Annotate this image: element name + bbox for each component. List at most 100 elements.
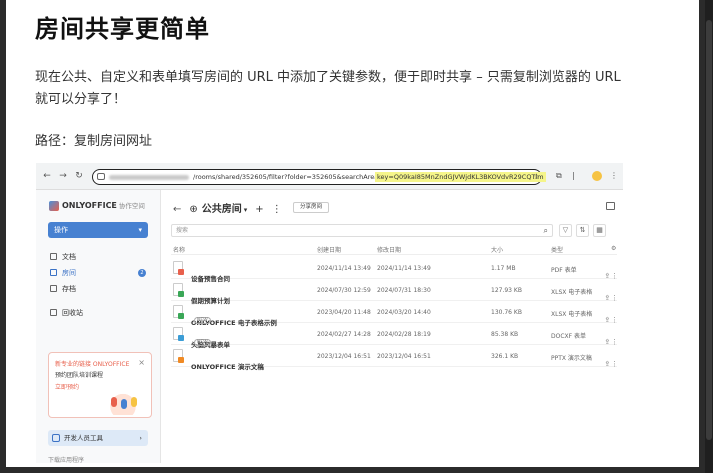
file-size: 130.76 KB bbox=[491, 309, 522, 316]
table-header: 名称 创建日期 修改日期 大小 类型 ⚙ bbox=[171, 243, 617, 255]
file-type-badge bbox=[178, 291, 184, 297]
sidebar-item-archive[interactable]: 存档 bbox=[48, 282, 148, 296]
chevron-down-icon[interactable]: ▾ bbox=[244, 206, 248, 214]
file-type: PDF 表单 bbox=[551, 267, 577, 274]
search-placeholder: 搜索 bbox=[176, 227, 189, 234]
brand-name: ONLYOFFICE bbox=[62, 201, 117, 210]
table-row[interactable]: 头脑风暴表单 NEW 2024/02/27 14:28 2024/02/28 18:1… bbox=[171, 323, 618, 349]
sidebar-item-label: 存档 bbox=[62, 285, 76, 293]
path-label: 路径：复制房间网址 bbox=[35, 134, 153, 149]
profile-icon[interactable] bbox=[592, 171, 602, 181]
table-row[interactable]: ONLYOFFICE 演示文稿 2023/12/04 16:51 2023/12/0… bbox=[171, 345, 618, 371]
onlyoffice-logo-icon bbox=[49, 200, 59, 211]
file-created: 2024/07/30 12:59 bbox=[317, 287, 371, 294]
plus-icon[interactable]: + bbox=[255, 204, 263, 215]
view-toggle-icon[interactable]: ▦ bbox=[593, 224, 606, 237]
sidebar-item-label: 回收站 bbox=[62, 309, 83, 317]
extensions-icon[interactable]: ⧉ bbox=[556, 171, 562, 181]
sidebar-item-documents[interactable]: 文档 bbox=[48, 250, 148, 264]
file-icon bbox=[173, 283, 184, 297]
row-actions: ⇪ ⋮ bbox=[604, 264, 618, 280]
app-screenshot: ← → ↻ /rooms/shared/352605/filter?folder… bbox=[36, 163, 623, 463]
row-actions: ⇪ ⋮ bbox=[604, 352, 618, 368]
file-created: 2023/04/20 11:48 bbox=[317, 309, 371, 316]
url-key-highlight: key=Q09kaI85MnZndGJVWjdKL3BKOVdvR29CQTlm bbox=[375, 172, 546, 182]
search-icon[interactable]: ⌕ bbox=[544, 225, 548, 236]
room-icon bbox=[50, 269, 57, 276]
sidebar-item-trash[interactable]: 回收站 bbox=[48, 306, 148, 320]
bookmark-star-icon[interactable]: ☆ bbox=[533, 172, 540, 181]
file-type: XLSX 电子表格 bbox=[551, 311, 593, 318]
brand-logo: ONLYOFFICE 协作空间 bbox=[49, 200, 145, 211]
column-created[interactable]: 创建日期 bbox=[317, 245, 341, 254]
promo-line1: 新专业的链接 ONLYOFFICE bbox=[55, 361, 130, 368]
file-size: 326.1 KB bbox=[491, 353, 519, 360]
file-type-badge bbox=[178, 313, 184, 319]
operation-button[interactable]: 操作 ▾ bbox=[48, 222, 148, 238]
dev-tools-label: 开发人员工具 bbox=[64, 434, 103, 442]
document-icon bbox=[50, 253, 57, 260]
file-icon bbox=[173, 261, 184, 275]
file-icon bbox=[173, 349, 184, 363]
column-name[interactable]: 名称 bbox=[173, 245, 185, 254]
row-actions: ⇪ ⋮ bbox=[604, 308, 618, 324]
column-modified[interactable]: 修改日期 bbox=[377, 245, 401, 254]
back-arrow-icon[interactable]: ← bbox=[173, 204, 181, 215]
back-icon[interactable]: ← bbox=[42, 171, 52, 181]
dev-tools-icon bbox=[52, 434, 60, 442]
search-input[interactable]: 搜索 ⌕ bbox=[171, 224, 553, 237]
room-title: 公共房间 bbox=[201, 204, 242, 215]
share-room-button[interactable]: 分享房间 bbox=[293, 202, 329, 213]
forward-icon[interactable]: → bbox=[58, 171, 68, 181]
promo-link[interactable]: 立即预约 bbox=[55, 382, 79, 391]
browser-toolbar: ← → ↻ /rooms/shared/352605/filter?folder… bbox=[36, 163, 623, 190]
settings-gear-icon[interactable]: ⚙ bbox=[611, 245, 616, 252]
file-size: 85.38 KB bbox=[491, 331, 519, 338]
promo-illustration bbox=[103, 387, 143, 415]
file-created: 2024/02/27 14:28 bbox=[317, 331, 371, 338]
sidebar-item-rooms[interactable]: 房间 2 bbox=[48, 266, 148, 280]
reload-icon[interactable]: ↻ bbox=[74, 171, 84, 181]
menu-kebab-icon[interactable]: ⋮ bbox=[610, 171, 618, 180]
table-row[interactable]: 设备预售合同 2024/11/14 13:49 2024/11/14 13:49 1.… bbox=[171, 257, 618, 283]
menu-kebab-icon[interactable]: ⋮ bbox=[272, 204, 282, 215]
article-page: 房间共享更简单 现在公共、自定义和表单填写房间的 URL 中添加了关键参数，便于… bbox=[6, 0, 699, 467]
column-type[interactable]: 类型 bbox=[551, 245, 563, 254]
url-path: /rooms/shared/352605/filter?folder=35260… bbox=[193, 173, 393, 181]
table-row[interactable]: ONLYOFFICE 电子表格示例 NEW 2023/04/20 11:48 2024… bbox=[171, 301, 618, 327]
table-row[interactable]: 假期预算计划 2024/07/30 12:59 2024/07/31 18:30 12… bbox=[171, 279, 618, 305]
scrollbar[interactable] bbox=[705, 0, 713, 473]
row-actions: ⇪ ⋮ bbox=[604, 286, 618, 302]
file-type-badge bbox=[178, 269, 184, 275]
main-panel: ← ⊕ 公共房间 ▾ + ⋮ 分享房间 搜索 ⌕ ▽ ⇅ ▦ 名称 创建日期 修改日期 大小… bbox=[161, 190, 623, 463]
file-icon bbox=[173, 327, 184, 341]
article-title: 房间共享更简单 bbox=[35, 15, 210, 43]
blurred-domain bbox=[109, 175, 189, 180]
person-icon bbox=[121, 399, 127, 409]
brand-subtitle: 协作空间 bbox=[118, 202, 145, 210]
menu-kebab-icon[interactable]: ⋮ bbox=[611, 360, 618, 368]
file-created: 2023/12/04 16:51 bbox=[317, 353, 371, 360]
file-name-text: ONLYOFFICE 演示文稿 bbox=[191, 363, 264, 371]
address-bar[interactable]: /rooms/shared/352605/filter?folder=35260… bbox=[92, 169, 546, 185]
article-paragraph: 现在公共、自定义和表单填写房间的 URL 中添加了关键参数，便于即时共享 – 只… bbox=[35, 70, 621, 107]
file-size: 1.17 MB bbox=[491, 265, 516, 272]
chevron-down-icon: ▾ bbox=[138, 226, 142, 234]
file-modified: 2024/07/31 18:30 bbox=[377, 287, 431, 294]
column-size[interactable]: 大小 bbox=[491, 245, 503, 254]
close-icon[interactable]: × bbox=[138, 358, 145, 367]
scrollbar-thumb[interactable] bbox=[706, 20, 712, 440]
file-modified: 2024/11/14 13:49 bbox=[377, 265, 431, 272]
window-frame: 房间共享更简单 现在公共、自定义和表单填写房间的 URL 中添加了关键参数，便于… bbox=[0, 0, 713, 473]
breadcrumb: ← ⊕ 公共房间 ▾ + ⋮ bbox=[173, 200, 282, 215]
sidebar-item-label: 文档 bbox=[62, 253, 76, 261]
filter-icon[interactable]: ▽ bbox=[559, 224, 572, 237]
share-icon[interactable]: ⇪ bbox=[604, 360, 610, 368]
sort-icon[interactable]: ⇅ bbox=[576, 224, 589, 237]
dev-tools-button[interactable]: 开发人员工具 › bbox=[48, 430, 148, 446]
site-settings-icon[interactable] bbox=[97, 173, 105, 180]
sidebar: ONLYOFFICE 协作空间 操作 ▾ 文档 房间 2 存档 回收站 新专业的链接 … bbox=[36, 190, 161, 463]
file-icon bbox=[173, 305, 184, 319]
trash-icon bbox=[50, 309, 57, 316]
info-panel-icon[interactable] bbox=[606, 202, 615, 210]
